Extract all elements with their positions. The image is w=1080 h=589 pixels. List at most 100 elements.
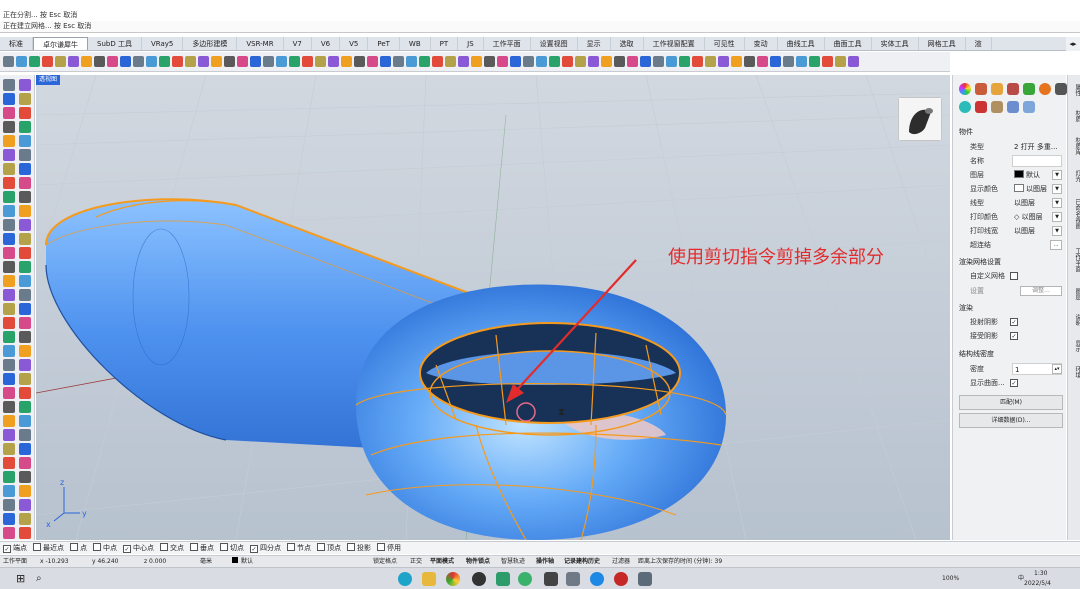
- left-tool-icon[interactable]: [3, 317, 15, 329]
- object-properties-icon[interactable]: [959, 83, 971, 95]
- perspective-viewport[interactable]: ⧗ z y x 透视图 使用剪切指令剪掉多余部分: [36, 75, 950, 540]
- osnap-item[interactable]: ✓ 端点: [3, 543, 27, 553]
- osnap-item[interactable]: ✓ 中心点: [123, 543, 154, 553]
- osnap-item[interactable]: 点: [70, 543, 87, 553]
- left-tool-icon[interactable]: [19, 219, 31, 231]
- osnap-checkbox[interactable]: [347, 543, 355, 551]
- left-tool-icon[interactable]: [19, 93, 31, 105]
- toolbar-tool-icon[interactable]: [588, 56, 599, 67]
- toolbar-tool-icon[interactable]: [731, 56, 742, 67]
- tab-7[interactable]: V6: [312, 37, 341, 50]
- toolbar-tool-icon[interactable]: [601, 56, 612, 67]
- toolbar-tool-icon[interactable]: [224, 56, 235, 67]
- toolbar-tool-icon[interactable]: [289, 56, 300, 67]
- toolbar-tool-icon[interactable]: [107, 56, 118, 67]
- tab-6[interactable]: V7: [284, 37, 312, 50]
- green-shape-icon[interactable]: [1023, 83, 1035, 95]
- osnap-checkbox[interactable]: ✓: [3, 545, 11, 553]
- osnap-checkbox[interactable]: [317, 543, 325, 551]
- toolbar-tool-icon[interactable]: [484, 56, 495, 67]
- rhino-icon[interactable]: [544, 572, 558, 586]
- toolbar-tool-icon[interactable]: [380, 56, 391, 67]
- left-tool-icon[interactable]: [3, 457, 15, 469]
- tab-17[interactable]: 工作视窗配置: [644, 37, 705, 50]
- left-tool-icon[interactable]: [19, 135, 31, 147]
- left-tool-icon[interactable]: [3, 135, 15, 147]
- left-tool-icon[interactable]: [3, 289, 15, 301]
- app-icon[interactable]: [566, 572, 580, 586]
- toolbar-tool-icon[interactable]: [237, 56, 248, 67]
- left-tool-icon[interactable]: [19, 261, 31, 273]
- toolbar-tool-icon[interactable]: [263, 56, 274, 67]
- tab-21[interactable]: 曲面工具: [825, 37, 872, 50]
- chevron-down-icon[interactable]: ▼: [1052, 198, 1062, 208]
- toolbar-tool-icon[interactable]: [120, 56, 131, 67]
- tab-5[interactable]: VSR-MR: [237, 37, 284, 50]
- toolbar-tool-icon[interactable]: [796, 56, 807, 67]
- toolbar-tool-icon[interactable]: [29, 56, 40, 67]
- left-tool-icon[interactable]: [19, 499, 31, 511]
- tab-20[interactable]: 曲线工具: [778, 37, 825, 50]
- tab-22[interactable]: 实体工具: [872, 37, 919, 50]
- left-tool-icon[interactable]: [3, 499, 15, 511]
- left-tool-icon[interactable]: [19, 485, 31, 497]
- toolbar-tool-icon[interactable]: [653, 56, 664, 67]
- left-tool-icon[interactable]: [19, 149, 31, 161]
- toolbar-tool-icon[interactable]: [445, 56, 456, 67]
- left-tool-icon[interactable]: [3, 303, 15, 315]
- left-tool-icon[interactable]: [19, 387, 31, 399]
- left-tool-icon[interactable]: [19, 457, 31, 469]
- left-tool-icon[interactable]: [3, 429, 15, 441]
- toolbar-tool-icon[interactable]: [510, 56, 521, 67]
- left-tool-icon[interactable]: [3, 373, 15, 385]
- toolbar-tool-icon[interactable]: [211, 56, 222, 67]
- osnap-checkbox[interactable]: [33, 543, 41, 551]
- panel-tab-0[interactable]: 属性: [1068, 79, 1080, 101]
- left-tool-icon[interactable]: [19, 317, 31, 329]
- toolbar-tool-icon[interactable]: [341, 56, 352, 67]
- left-tool-icon[interactable]: [3, 513, 15, 525]
- toolbar-tool-icon[interactable]: [471, 56, 482, 67]
- tab-2[interactable]: SubD 工具: [88, 37, 142, 50]
- left-tool-icon[interactable]: [19, 177, 31, 189]
- left-tool-icon[interactable]: [3, 205, 15, 217]
- left-tool-icon[interactable]: [3, 359, 15, 371]
- toolbar-tool-icon[interactable]: [354, 56, 365, 67]
- record-icon[interactable]: [614, 572, 628, 586]
- toolbar-tool-icon[interactable]: [367, 56, 378, 67]
- camera-icon[interactable]: [1055, 83, 1067, 95]
- tab-9[interactable]: PeT: [368, 37, 400, 50]
- left-tool-icon[interactable]: [3, 485, 15, 497]
- toolbar-tool-icon[interactable]: [276, 56, 287, 67]
- hyperlink-button[interactable]: ...: [1050, 240, 1062, 250]
- osnap-item[interactable]: 投影: [347, 543, 371, 553]
- toolbar-tool-icon[interactable]: [315, 56, 326, 67]
- tab-15[interactable]: 显示: [578, 37, 611, 50]
- osnap-checkbox[interactable]: [70, 543, 78, 551]
- left-tool-icon[interactable]: [3, 79, 15, 91]
- left-tool-icon[interactable]: [19, 373, 31, 385]
- left-tool-icon[interactable]: [3, 471, 15, 483]
- toolbar-tool-icon[interactable]: [172, 56, 183, 67]
- left-tool-icon[interactable]: [3, 261, 15, 273]
- left-tool-icon[interactable]: [3, 149, 15, 161]
- red-box-icon[interactable]: [975, 101, 987, 113]
- panel-tab-9[interactable]: 环境: [1068, 361, 1080, 383]
- battery-indicator[interactable]: 100%: [940, 568, 961, 589]
- left-tool-icon[interactable]: [19, 205, 31, 217]
- left-tool-icon[interactable]: [19, 247, 31, 259]
- left-tool-icon[interactable]: [19, 191, 31, 203]
- toolbar-tool-icon[interactable]: [185, 56, 196, 67]
- toolbar-tool-icon[interactable]: [549, 56, 560, 67]
- toolbar-tool-icon[interactable]: [159, 56, 170, 67]
- tab-3[interactable]: VRay5: [142, 37, 184, 50]
- osnap-checkbox[interactable]: [190, 543, 198, 551]
- left-tool-icon[interactable]: [3, 163, 15, 175]
- left-tool-icon[interactable]: [3, 387, 15, 399]
- adjust-button[interactable]: 调整...: [1020, 286, 1062, 296]
- left-tool-icon[interactable]: [3, 247, 15, 259]
- edge-icon[interactable]: [398, 572, 412, 586]
- status-cplane[interactable]: 工作平面: [3, 556, 27, 567]
- app-icon[interactable]: [518, 572, 532, 586]
- toolbar-tool-icon[interactable]: [406, 56, 417, 67]
